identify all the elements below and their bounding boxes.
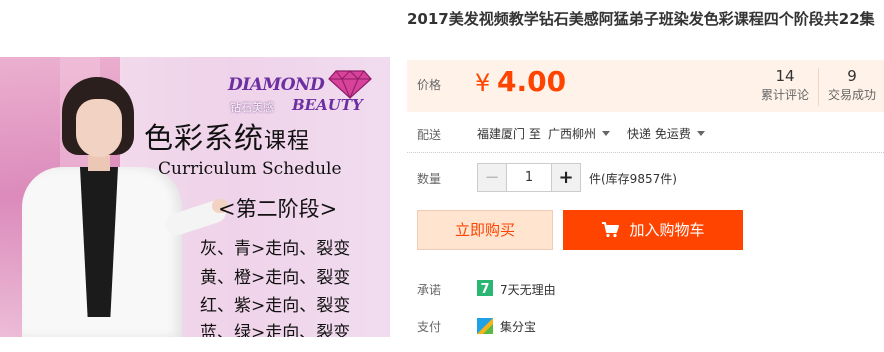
add-to-cart-button[interactable]: 加入购物车 [563, 210, 743, 250]
shipping-destination-select[interactable]: 广西柳州 [548, 125, 611, 142]
jifenbao-icon [477, 318, 493, 334]
cart-icon [602, 222, 620, 238]
quantity-stepper: − + [477, 163, 581, 192]
quantity-decrease-button[interactable]: − [478, 164, 507, 191]
course-stage: <第二阶段> [218, 197, 338, 221]
product-image[interactable]: DIAMOND BEAUTY 钻石美感 色彩系统课程 Curriculum Sc… [0, 57, 390, 337]
course-line: 蓝、绿>走向、裂变 [200, 323, 351, 337]
stock-info: 件(库存9857件) [589, 172, 677, 186]
promise-text[interactable]: 7天无理由 [500, 281, 556, 298]
logo-word-diamond: DIAMOND [228, 75, 325, 95]
product-title: 2017美发视频教学钻石美感阿猛弟子班染发色彩课程四个阶段共22集 [407, 10, 875, 28]
shipping-from: 福建厦门 至 [477, 127, 541, 141]
price-panel: 价格 ¥ 4.00 14 累计评论 9 交易成功 [407, 60, 884, 112]
price-label: 价格 [417, 78, 442, 92]
reviews-label: 累计评论 [760, 88, 809, 102]
diamond-beauty-logo: DIAMOND BEAUTY 钻石美感 [228, 69, 378, 119]
add-to-cart-label: 加入购物车 [629, 221, 705, 239]
presenter-figure [0, 57, 230, 337]
reviews-stat[interactable]: 14 累计评论 [752, 66, 818, 104]
trades-label: 交易成功 [827, 88, 876, 102]
reviews-count: 14 [775, 67, 795, 85]
price-currency: ¥ [475, 69, 491, 97]
payment-label: 支付 [417, 320, 442, 334]
diamond-gem-icon [328, 70, 372, 99]
logo-chinese: 钻石美感 [230, 101, 274, 114]
chevron-down-icon [602, 131, 611, 136]
trades-stat: 9 交易成功 [819, 66, 884, 104]
quantity-label: 数量 [417, 172, 442, 186]
course-line: 灰、青>走向、裂变 [200, 239, 351, 259]
svg-text:7: 7 [480, 282, 489, 296]
seven-day-badge-icon: 7 [477, 280, 493, 296]
payment-text: 集分宝 [500, 320, 537, 334]
shipping-method-select[interactable]: 快递 免运费 [627, 125, 705, 142]
trades-count: 9 [847, 67, 857, 85]
quantity-increase-button[interactable]: + [551, 164, 580, 191]
section-divider [407, 152, 884, 153]
price-value: 4.00 [497, 65, 567, 98]
course-line: 红、紫>走向、裂变 [200, 296, 351, 316]
quantity-input[interactable] [507, 164, 551, 191]
course-title: 色彩系统课程 [144, 121, 311, 155]
chevron-down-icon [696, 131, 705, 136]
promise-label: 承诺 [417, 283, 442, 297]
course-line: 黄、橙>走向、裂变 [200, 268, 351, 288]
buy-now-button[interactable]: 立即购买 [417, 210, 553, 250]
course-title-english: Curriculum Schedule [158, 159, 342, 179]
shipping-label: 配送 [417, 128, 442, 142]
